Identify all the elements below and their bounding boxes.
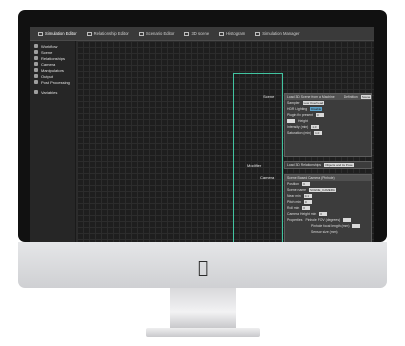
sidebar-item-post-processing[interactable]: Post Processing	[30, 79, 75, 85]
sidebar-item-label: Post Processing	[41, 79, 70, 85]
tab-simulation-manager[interactable]: Simulation Manager	[255, 31, 300, 36]
intensity-field[interactable]: 1.0	[311, 125, 320, 129]
sidebar: Workflow Scene Relationships Camera Mani…	[30, 41, 76, 255]
saturation-row: Saturation (min) 1.0	[285, 130, 371, 136]
sidebar-item-label: Variables	[41, 89, 58, 95]
imac-stand-neck	[170, 288, 236, 328]
sensor-size-row: Sensor size (mm)	[285, 229, 371, 235]
position-field[interactable]: 0	[302, 182, 311, 186]
tab-3d-scene[interactable]: 3D scene	[184, 31, 209, 36]
tab-label: Histogram	[226, 31, 246, 36]
screen: Simulation Editor Relationship Editor Sc…	[30, 27, 374, 255]
modifier-field[interactable]: Objects and its Pose	[324, 163, 354, 167]
grid-icon	[219, 31, 225, 36]
camera-height-field[interactable]: 0	[319, 212, 328, 216]
output-icon	[34, 74, 38, 78]
hdr-field[interactable]: Disable	[310, 107, 323, 111]
list-icon	[138, 31, 144, 36]
tab-label: Relationship Editor	[93, 31, 129, 36]
panel-title: Scene Based Camera (Pinhole)	[287, 176, 335, 180]
row-label: Pitch min	[287, 200, 301, 204]
row-label: Properties	[287, 218, 303, 222]
definition-field[interactable]: Scene	[360, 95, 371, 99]
node-canvas[interactable]: Scene Load 3D Scene from a Machine Defin…	[77, 41, 374, 255]
sampler-field[interactable]: Low Overhead	[302, 101, 325, 105]
sidebar-item-label: Relationships	[41, 55, 66, 61]
row-label: Intensity (min)	[287, 125, 309, 129]
tab-label: Simulation Manager	[262, 31, 300, 36]
scene-node-panel[interactable]: Load 3D Scene from a Machine Definition …	[284, 93, 372, 157]
row-label: Roll min	[287, 206, 300, 210]
post-processing-icon	[34, 80, 38, 84]
workflow-icon	[34, 44, 38, 48]
row-label: Plugin fix present	[287, 113, 314, 117]
tab-relationship-editor[interactable]: Relationship Editor	[86, 31, 129, 36]
pitch-field[interactable]: 0	[303, 200, 312, 204]
sidebar-item-label: Workflow	[41, 43, 58, 49]
sidebar-item-label: Scene	[41, 49, 53, 55]
tab-label: Scenario Editor	[145, 31, 175, 36]
row-label: Camera Height min	[287, 212, 317, 216]
panel-title: Load 3D Relationships	[287, 163, 322, 167]
imac-bezel: Simulation Editor Relationship Editor Sc…	[18, 10, 387, 255]
sidebar-item-label: Output	[41, 73, 54, 79]
row-label: Near min	[287, 194, 301, 198]
row-label: HDR Lighting	[287, 107, 308, 111]
tab-scenario-editor[interactable]: Scenario Editor	[138, 31, 175, 36]
variables-icon	[34, 90, 38, 94]
row-label: Height	[298, 119, 308, 123]
row-label: Saturation (min)	[287, 131, 312, 135]
definition-label: Definition	[343, 95, 358, 99]
height-field[interactable]	[287, 119, 295, 123]
tab-label: Simulation Editor	[45, 31, 77, 36]
warning-icon	[255, 31, 261, 36]
property-label: Sensor size (mm)	[311, 230, 338, 234]
tab-simulation-editor[interactable]: Simulation Editor	[38, 31, 77, 36]
sidebar-item-variables[interactable]: Variables	[30, 89, 75, 95]
sidebar-item-label: Manipulators	[41, 67, 64, 73]
sidebar-item-label: Camera	[41, 61, 56, 67]
link-icon	[86, 31, 92, 36]
manipulators-icon	[34, 68, 38, 72]
panel-title: Load 3D Scene from a Machine	[287, 95, 335, 99]
imac-stand-foot	[146, 328, 260, 337]
edit-icon	[38, 31, 43, 36]
camera-icon	[34, 62, 38, 66]
property-field[interactable]	[352, 224, 361, 228]
property-label: Pinhole FOV (degrees)	[305, 218, 341, 222]
property-field[interactable]	[343, 218, 352, 222]
property-label: Pinhole focal length (mm)	[311, 224, 350, 228]
row-label: Sampler	[287, 101, 300, 105]
tab-bar: Simulation Editor Relationship Editor Sc…	[30, 27, 374, 41]
near-field[interactable]: 0.1	[303, 194, 312, 198]
scene-name-field[interactable]: SCENE_CAMERA	[309, 188, 336, 192]
apple-logo-icon: 	[194, 259, 212, 277]
saturation-field[interactable]: 1.0	[314, 131, 323, 135]
modifier-node-panel[interactable]: Load 3D Relationships Objects and its Pos…	[284, 161, 372, 169]
camera-node-label: Camera	[260, 175, 275, 180]
tab-label: 3D scene	[191, 31, 210, 36]
row-label: Position	[287, 182, 300, 186]
roll-field[interactable]: 0	[302, 206, 311, 210]
row-label: Scene name	[287, 188, 307, 192]
scene-icon	[34, 50, 38, 54]
relationships-icon	[34, 56, 38, 60]
tab-histogram[interactable]: Histogram	[219, 31, 245, 36]
modifier-row: Load 3D Relationships Objects and its Pos…	[285, 162, 371, 168]
plugin-field[interactable]: 0	[316, 113, 325, 117]
cube-icon	[184, 31, 190, 36]
modifier-node-label: Modifier	[247, 163, 262, 168]
scene-node-label: Scene	[263, 94, 275, 99]
